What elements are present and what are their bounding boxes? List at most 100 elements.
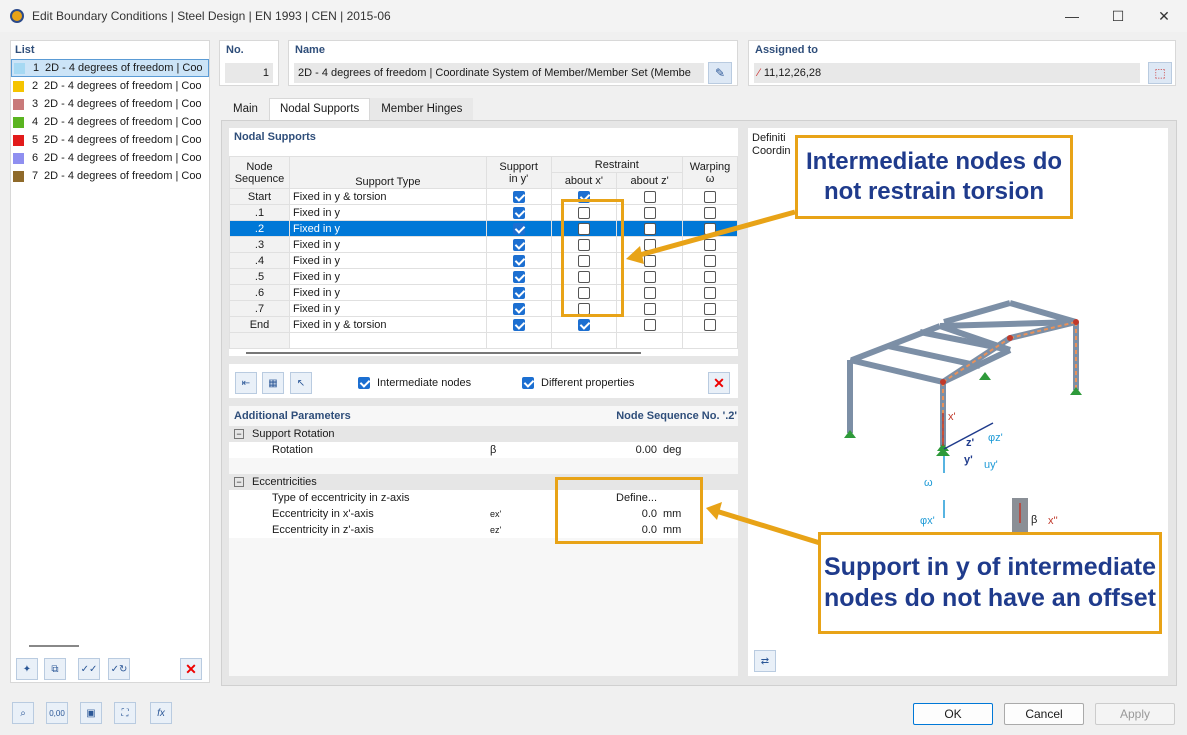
- minimize-button[interactable]: —: [1049, 0, 1095, 32]
- list-item[interactable]: 6 2D - 4 degrees of freedom | Coo: [11, 149, 209, 167]
- list-item[interactable]: 2 2D - 4 degrees of freedom | Coo: [11, 77, 209, 95]
- delete-row-icon[interactable]: ✕: [708, 372, 730, 394]
- support-type-cell[interactable]: Fixed in y: [288, 204, 487, 221]
- restraint-z-checkbox[interactable]: [643, 270, 656, 283]
- model-icon[interactable]: ▣: [80, 702, 102, 724]
- restraint-z-checkbox[interactable]: [643, 238, 656, 251]
- tab-main[interactable]: Main: [222, 98, 269, 120]
- warping-checkbox[interactable]: [704, 190, 716, 203]
- search-icon[interactable]: ⌕: [12, 702, 34, 724]
- ok-button[interactable]: OK: [913, 703, 993, 725]
- check-all-icon[interactable]: ✓✓: [78, 658, 100, 680]
- restraint-z-checkbox[interactable]: [643, 190, 656, 203]
- assigned-field[interactable]: ⁄ 11,12,26,28: [754, 63, 1140, 83]
- maximize-button[interactable]: ☐: [1095, 0, 1141, 32]
- edit-table-icon[interactable]: ▦: [262, 372, 284, 394]
- uncheck-icon[interactable]: ✓↻: [108, 658, 130, 680]
- support-checkbox[interactable]: [512, 222, 525, 235]
- list-item[interactable]: 1 2D - 4 degrees of freedom | Coo: [11, 59, 209, 77]
- warping-cell: [682, 236, 738, 253]
- support-checkbox[interactable]: [512, 238, 525, 251]
- support-type-cell[interactable]: Fixed in y: [288, 220, 487, 237]
- restraint-z-checkbox[interactable]: [643, 206, 656, 219]
- collapse-icon[interactable]: −: [234, 477, 244, 487]
- warping-checkbox[interactable]: [704, 254, 716, 267]
- collapse-icon[interactable]: −: [234, 429, 244, 439]
- tab-member-hinges[interactable]: Member Hinges: [370, 98, 474, 120]
- warping-checkbox[interactable]: [704, 206, 716, 219]
- copy-item-icon[interactable]: ⧉: [44, 658, 66, 680]
- restraint-z-checkbox[interactable]: [643, 222, 656, 235]
- edit-name-icon[interactable]: ✎: [708, 62, 732, 84]
- different-properties-checkbox[interactable]: [522, 377, 534, 389]
- intermediate-nodes-checkbox[interactable]: [358, 377, 370, 389]
- support-type-cell[interactable]: Fixed in y: [288, 236, 487, 253]
- apply-button[interactable]: Apply: [1095, 703, 1175, 725]
- table-row[interactable]: End Fixed in y & torsion: [229, 316, 738, 333]
- table-row[interactable]: .2 Fixed in y: [229, 220, 738, 237]
- close-button[interactable]: ✕: [1141, 0, 1187, 32]
- warping-checkbox[interactable]: [704, 318, 716, 331]
- restraint-z-cell: [616, 252, 684, 269]
- support-rotation-group[interactable]: − Support Rotation: [229, 426, 738, 442]
- list-header: List: [15, 44, 35, 56]
- eccentricities-label: Eccentricities: [252, 476, 317, 488]
- support-checkbox[interactable]: [512, 302, 525, 315]
- list-item[interactable]: 3 2D - 4 degrees of freedom | Coo: [11, 95, 209, 113]
- support-checkbox[interactable]: [512, 270, 525, 283]
- list-item[interactable]: 4 2D - 4 degrees of freedom | Coo: [11, 113, 209, 131]
- list-item[interactable]: 7 2D - 4 degrees of freedom | Coo: [11, 167, 209, 185]
- support-checkbox[interactable]: [512, 190, 525, 203]
- table-row[interactable]: .5 Fixed in y: [229, 268, 738, 285]
- new-item-icon[interactable]: ✦: [16, 658, 38, 680]
- table-row[interactable]: .3 Fixed in y: [229, 236, 738, 253]
- support-type-cell[interactable]: Fixed in y: [288, 268, 487, 285]
- rotation-value[interactable]: 0.00: [554, 444, 657, 456]
- table-row[interactable]: .4 Fixed in y: [229, 252, 738, 269]
- table-scrollbar[interactable]: [246, 352, 641, 354]
- select-members-icon[interactable]: ⬚: [1148, 62, 1172, 84]
- restraint-x-checkbox[interactable]: [577, 318, 590, 331]
- support-type-cell[interactable]: Fixed in y: [288, 252, 487, 269]
- name-field[interactable]: 2D - 4 degrees of freedom | Coordinate S…: [294, 63, 704, 83]
- list-scrollbar[interactable]: [29, 645, 79, 647]
- restraint-z-checkbox[interactable]: [643, 302, 656, 315]
- warping-checkbox[interactable]: [704, 238, 716, 251]
- restraint-z-checkbox[interactable]: [643, 254, 656, 267]
- restraint-z-cell: [616, 284, 684, 301]
- support-type-cell[interactable]: Fixed in y: [288, 300, 487, 317]
- support-checkbox[interactable]: [512, 254, 525, 267]
- numeric-icon[interactable]: 0,00: [46, 702, 68, 724]
- support-checkbox[interactable]: [512, 318, 525, 331]
- col-about-x: about x': [550, 172, 618, 189]
- support-type-cell[interactable]: Fixed in y & torsion: [288, 188, 487, 205]
- table-row[interactable]: .6 Fixed in y: [229, 284, 738, 301]
- function-icon[interactable]: fx: [150, 702, 172, 724]
- restraint-z-checkbox[interactable]: [643, 286, 656, 299]
- support-type-cell[interactable]: Fixed in y & torsion: [288, 316, 487, 333]
- table-row[interactable]: .7 Fixed in y: [229, 300, 738, 317]
- warping-checkbox[interactable]: [704, 270, 716, 283]
- support-type-cell[interactable]: Fixed in y: [288, 284, 487, 301]
- warping-checkbox[interactable]: [704, 302, 716, 315]
- support-checkbox[interactable]: [512, 286, 525, 299]
- view-icon[interactable]: ⛶: [114, 702, 136, 724]
- rotation-row: Rotation β 0.00 deg: [229, 442, 738, 458]
- cancel-button[interactable]: Cancel: [1004, 703, 1084, 725]
- table-row[interactable]: Start Fixed in y & torsion: [229, 188, 738, 205]
- delete-item-icon[interactable]: ✕: [180, 658, 202, 680]
- import-icon[interactable]: ⇤: [235, 372, 257, 394]
- pick-icon[interactable]: ↖: [290, 372, 312, 394]
- restraint-z-checkbox[interactable]: [643, 318, 656, 331]
- list-item-number: 6: [32, 152, 39, 164]
- support-checkbox[interactable]: [512, 206, 525, 219]
- warping-checkbox[interactable]: [704, 222, 716, 235]
- view-options-icon[interactable]: ⇄: [754, 650, 776, 672]
- tab-nodal-supports[interactable]: Nodal Supports: [268, 98, 371, 120]
- table-row[interactable]: .1 Fixed in y: [229, 204, 738, 221]
- color-swatch: [13, 80, 24, 92]
- support-cell: [485, 188, 552, 205]
- support-cell: [485, 204, 552, 221]
- list-item[interactable]: 5 2D - 4 degrees of freedom | Coo: [11, 131, 209, 149]
- warping-checkbox[interactable]: [704, 286, 716, 299]
